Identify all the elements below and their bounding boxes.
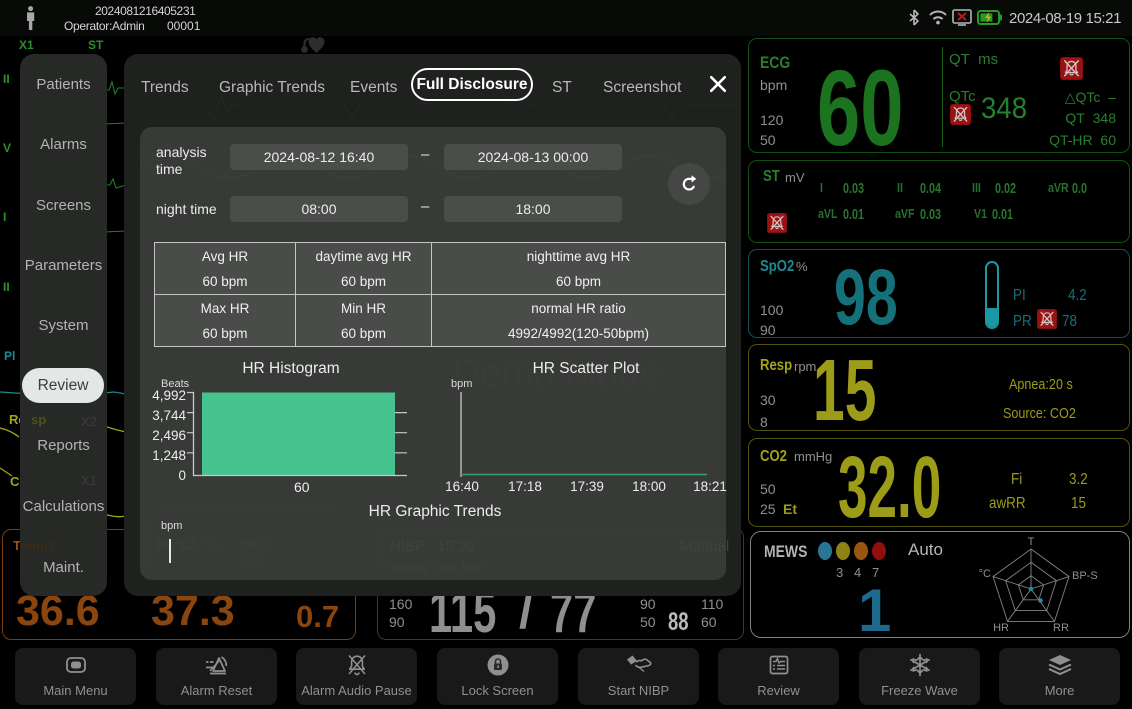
svg-text:HR: HR — [993, 622, 1009, 634]
svg-text:RR: RR — [1053, 622, 1069, 634]
svg-text:BP-S: BP-S — [1072, 570, 1098, 582]
svg-text:°C: °C — [979, 568, 991, 580]
svg-text:T: T — [1028, 536, 1035, 548]
